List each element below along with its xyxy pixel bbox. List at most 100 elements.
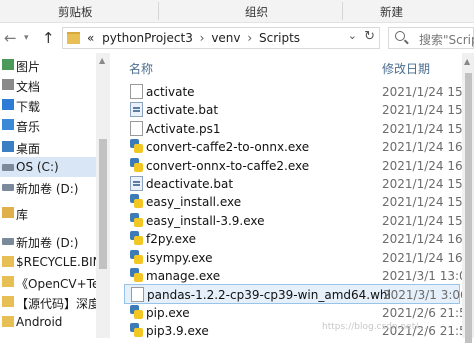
file-row[interactable]: easy_install.exe 2021/1/24 15:36 bbox=[124, 192, 462, 212]
file-modified-date: 2021/1/24 15:36 bbox=[382, 195, 462, 209]
sidebar-item[interactable]: Android bbox=[0, 312, 96, 332]
search-input[interactable]: 搜索"Script bbox=[388, 27, 474, 49]
file-row[interactable]: deactivate.bat 2021/1/24 15:36 bbox=[124, 174, 462, 194]
file-name: convert-onnx-to-caffe2.exe bbox=[146, 159, 310, 173]
file-name: Activate.ps1 bbox=[146, 122, 221, 136]
file-name: pip3.9.exe bbox=[146, 324, 209, 338]
sidebar-item[interactable]: 【源代码】深度学 bbox=[0, 292, 110, 312]
ribbon-group-labels: 剪贴板 组织 新建 bbox=[0, 0, 474, 23]
file-name: f2py.exe bbox=[146, 232, 196, 246]
drive-icon bbox=[2, 164, 14, 171]
nav-scrollbar[interactable]: ▲ bbox=[96, 53, 110, 338]
file-row[interactable]: activate 2021/1/24 15:36 bbox=[124, 82, 462, 102]
ribbon-organize-label: 组织 bbox=[245, 5, 268, 19]
drive-icon bbox=[2, 238, 14, 245]
file-name: pandas-1.2.2-cp39-cp39-win_amd64.whl bbox=[147, 288, 391, 302]
breadcrumb-item[interactable]: venv bbox=[211, 31, 240, 45]
file-row[interactable]: convert-onnx-to-caffe2.exe 2021/1/24 16:4… bbox=[124, 156, 462, 176]
sidebar-item-label: 库 bbox=[16, 208, 29, 222]
sidebar-item-label: OS (C:) bbox=[16, 160, 59, 174]
file-icon bbox=[130, 121, 143, 136]
folder-icon bbox=[2, 316, 14, 327]
sidebar-item[interactable]: 图片 bbox=[0, 55, 96, 75]
file-icon bbox=[131, 287, 144, 302]
column-header-modified[interactable]: 修改日期 bbox=[382, 60, 430, 77]
back-arrow-icon[interactable]: ← bbox=[4, 29, 17, 47]
column-header-name[interactable]: 名称 bbox=[129, 60, 153, 77]
python-exe-icon bbox=[130, 323, 143, 338]
file-name: activate.bat bbox=[146, 103, 219, 117]
search-icon bbox=[395, 31, 405, 41]
file-icon bbox=[130, 84, 143, 99]
file-row[interactable]: isympy.exe 2021/1/24 16:42 bbox=[124, 248, 462, 268]
python-exe-icon bbox=[130, 250, 143, 265]
scrollbar-thumb[interactable] bbox=[465, 73, 472, 343]
downloads-icon bbox=[2, 99, 14, 110]
file-row[interactable]: manage.exe 2021/3/1 13:06 bbox=[124, 266, 462, 286]
sidebar-item[interactable]: OS (C:) bbox=[0, 157, 96, 177]
search-placeholder: 搜索"Script bbox=[419, 33, 474, 47]
file-modified-date: 2021/1/24 15:36 bbox=[382, 177, 462, 191]
python-exe-icon bbox=[130, 268, 143, 283]
navigation-pane: 图片 文档 下载 音乐 桌面 OS (C:) 新加卷 (D:) 库新加卷 (D:) $RECYC… bbox=[0, 53, 110, 338]
ribbon-new-label: 新建 bbox=[380, 5, 403, 19]
sidebar-item[interactable]: 文档 bbox=[0, 75, 96, 95]
sidebar-item[interactable]: 《OpenCV+Tens bbox=[0, 272, 110, 292]
file-list-scrollbar[interactable]: ▲ bbox=[462, 53, 474, 343]
sidebar-item[interactable]: 下载 bbox=[0, 95, 96, 115]
file-row[interactable]: pandas-1.2.2-cp39-cp39-win_amd64.whl 2021… bbox=[124, 284, 462, 304]
scrollbar-thumb[interactable] bbox=[99, 139, 107, 269]
file-row[interactable]: f2py.exe 2021/1/24 16:42 bbox=[124, 229, 462, 249]
file-list: 名称 修改日期 activate2021/1/24 15:36activate.… bbox=[112, 53, 462, 338]
sidebar-item-label: 新加卷 (D:) bbox=[16, 236, 79, 250]
sidebar-item[interactable]: $RECYCLE.BIN bbox=[0, 252, 102, 272]
sidebar-item-label: 音乐 bbox=[16, 120, 41, 134]
scroll-up-icon[interactable]: ▲ bbox=[464, 57, 470, 66]
folder-icon bbox=[2, 296, 14, 307]
python-exe-icon bbox=[130, 305, 143, 320]
file-modified-date: 2021/1/24 15:36 bbox=[382, 214, 462, 228]
file-row[interactable]: Activate.ps1 2021/1/24 15:36 bbox=[124, 119, 462, 139]
sidebar-item[interactable]: 音乐 bbox=[0, 115, 96, 135]
breadcrumb-item[interactable]: Scripts bbox=[259, 31, 300, 45]
sidebar-item[interactable]: 库 bbox=[0, 203, 96, 223]
breadcrumb-separator-icon[interactable]: › bbox=[247, 31, 252, 45]
sidebar-item[interactable]: 桌面 bbox=[0, 137, 96, 157]
library-icon bbox=[2, 207, 14, 218]
file-row[interactable]: pip.exe 2021/2/6 21:57 bbox=[124, 303, 462, 323]
folder-icon bbox=[2, 276, 14, 287]
file-modified-date: 2021/1/24 15:36 bbox=[382, 103, 462, 117]
breadcrumb-item[interactable]: pythonProject3 bbox=[102, 31, 193, 45]
pictures-icon bbox=[2, 59, 14, 70]
scroll-up-icon[interactable]: ▲ bbox=[99, 56, 105, 65]
batch-file-icon bbox=[130, 102, 143, 117]
file-modified-date: 2021/3/1 13:06 bbox=[382, 269, 462, 283]
address-bar[interactable]: « pythonProject3 › venv › Scripts ⌄ ↻ bbox=[62, 27, 380, 49]
refresh-icon[interactable]: ↻ bbox=[364, 29, 375, 44]
file-row[interactable]: convert-caffe2-to-onnx.exe 2021/1/24 16:4… bbox=[124, 137, 462, 157]
file-row[interactable]: activate.bat 2021/1/24 15:36 bbox=[124, 100, 462, 120]
breadcrumb-overflow[interactable]: « bbox=[87, 31, 94, 45]
file-modified-date: 2021/1/24 16:42 bbox=[382, 140, 462, 154]
file-modified-date: 2021/1/24 15:36 bbox=[382, 85, 462, 99]
file-row[interactable]: easy_install-3.9.exe 2021/1/24 15:36 bbox=[124, 211, 462, 231]
up-arrow-icon[interactable]: ↑ bbox=[42, 29, 55, 47]
file-name: activate bbox=[146, 85, 195, 99]
file-name: convert-caffe2-to-onnx.exe bbox=[146, 140, 310, 154]
watermark: https://blog.csdn.net/... bbox=[322, 322, 427, 332]
sidebar-item[interactable]: 新加卷 (D:) bbox=[0, 231, 96, 251]
file-name: easy_install-3.9.exe bbox=[146, 214, 265, 228]
ribbon-clipboard-label: 剪贴板 bbox=[58, 5, 93, 19]
python-exe-icon bbox=[130, 194, 143, 209]
sidebar-item-label: 文档 bbox=[16, 80, 41, 94]
sidebar-item-label: 下载 bbox=[16, 100, 41, 114]
file-modified-date: 2021/1/24 16:42 bbox=[382, 251, 462, 265]
file-name: manage.exe bbox=[146, 269, 221, 283]
breadcrumb-separator-icon[interactable]: › bbox=[200, 31, 205, 45]
file-name: pip.exe bbox=[146, 306, 190, 320]
recent-dropdown-icon[interactable]: ▾ bbox=[24, 33, 29, 43]
python-exe-icon bbox=[130, 139, 143, 154]
sidebar-item-label: Android bbox=[16, 315, 63, 329]
address-dropdown-icon[interactable]: ⌄ bbox=[348, 29, 357, 42]
sidebar-item[interactable]: 新加卷 (D:) bbox=[0, 177, 96, 197]
